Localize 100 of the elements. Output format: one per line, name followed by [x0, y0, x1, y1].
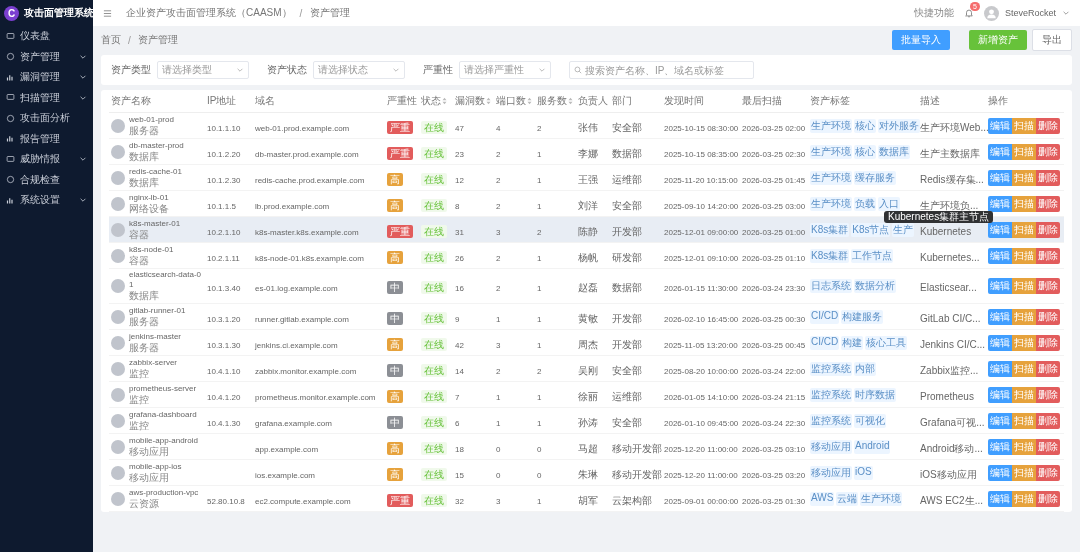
search-field[interactable]: 搜索资产名称、IP、域名或标签	[569, 61, 754, 79]
table-cell: 2	[496, 175, 501, 185]
menu-item-icon	[6, 195, 15, 205]
menu-icon[interactable]	[103, 8, 112, 18]
row-action-button[interactable]: 删除	[1036, 490, 1060, 507]
filter-select[interactable]: 请选择状态	[313, 61, 405, 79]
last-scan-time: 2026-03-24 21:15	[742, 392, 806, 402]
table-cell: 1	[537, 418, 542, 428]
sort-icon[interactable]	[568, 97, 573, 105]
row-action-button[interactable]: 删除	[1036, 278, 1060, 294]
row-action-button[interactable]: 扫描	[1012, 169, 1036, 186]
sidebar-item[interactable]: 系统设置	[0, 190, 93, 211]
row-action-button[interactable]: 删除	[1036, 360, 1060, 377]
sidebar-item[interactable]: 合规检查	[0, 169, 93, 190]
row-action-button[interactable]: 删除	[1036, 334, 1060, 351]
toolbar-button[interactable]: 导出	[1032, 29, 1072, 51]
filter-select[interactable]: 请选择类型	[157, 61, 249, 79]
column-header: IP地址	[207, 94, 237, 108]
row-action-button[interactable]: 删除	[1036, 412, 1060, 429]
row-action-button[interactable]: 编辑	[988, 308, 1012, 325]
row-action-button[interactable]: 删除	[1036, 221, 1060, 238]
asset-tag: CI/CD	[810, 335, 840, 350]
row-action-button[interactable]: 扫描	[1012, 464, 1036, 481]
row-action-button[interactable]: 编辑	[988, 412, 1012, 429]
row-action-button[interactable]: 编辑	[988, 360, 1012, 377]
row-action-button[interactable]: 删除	[1036, 117, 1060, 134]
breadcrumb-item[interactable]: 企业资产攻击面管理系统（CAASM）	[126, 6, 292, 20]
row-action-button[interactable]: 编辑	[988, 490, 1012, 507]
row-action-button[interactable]: 编辑	[988, 334, 1012, 351]
column-header: 发现时间	[664, 94, 704, 108]
sort-icon[interactable]	[442, 97, 447, 105]
row-action-button[interactable]: 扫描	[1012, 117, 1036, 134]
row-action-button[interactable]: 扫描	[1012, 308, 1036, 325]
row-action-button[interactable]: 扫描	[1012, 438, 1036, 455]
row-action-button[interactable]: 编辑	[988, 117, 1012, 134]
row-action-button[interactable]: 编辑	[988, 143, 1012, 160]
last-scan-time: 2026-03-24 22:30	[742, 418, 806, 428]
table-cell: 1	[537, 284, 542, 293]
row-action-button[interactable]: 删除	[1036, 464, 1060, 481]
asset-avatar	[111, 309, 125, 324]
sidebar-item[interactable]: 扫描管理	[0, 87, 93, 108]
toolbar-button[interactable]: 新增资产	[969, 30, 1027, 50]
notification-bell-icon[interactable]	[963, 8, 974, 18]
row-action-button[interactable]: 编辑	[988, 386, 1012, 403]
row-action-button[interactable]: 扫描	[1012, 278, 1036, 294]
row-action-button[interactable]: 扫描	[1012, 143, 1036, 160]
row-action-button[interactable]: 扫描	[1012, 221, 1036, 238]
user-avatar-icon[interactable]	[983, 5, 999, 21]
sidebar-item[interactable]: 攻击面分析	[0, 108, 93, 129]
asset-name: k8s-node-01	[129, 244, 174, 255]
row-action-button[interactable]: 扫描	[1012, 334, 1036, 351]
sidebar-item[interactable]: 资产管理	[0, 46, 93, 67]
row-action-button[interactable]: 删除	[1036, 169, 1060, 186]
row-action-button[interactable]: 编辑	[988, 247, 1012, 264]
row-action-button[interactable]: 扫描	[1012, 195, 1036, 212]
menu-item-icon	[6, 175, 15, 185]
row-action-button[interactable]: 删除	[1036, 247, 1060, 264]
discovered-time: 2026-02-10 16:45:00	[664, 314, 739, 324]
user-name[interactable]: SteveRocket	[1004, 8, 1056, 18]
row-action-button[interactable]: 扫描	[1012, 360, 1036, 377]
row-action-button[interactable]: 删除	[1036, 386, 1060, 403]
sort-icon[interactable]	[527, 97, 532, 105]
asset-tag: 日志系统	[810, 279, 852, 293]
row-action-button[interactable]: 删除	[1036, 195, 1060, 212]
status-tag: 在线	[421, 311, 447, 325]
ip-address: 52.80.10.8	[207, 496, 245, 506]
quick-action-link[interactable]: 快捷功能	[913, 6, 954, 20]
row-action-button[interactable]: 编辑	[988, 195, 1012, 212]
row-action-button[interactable]: 编辑	[988, 438, 1012, 455]
status-tag: 在线	[421, 493, 447, 507]
department-text: 移动开发部	[612, 442, 662, 454]
sidebar-item[interactable]: 报告管理	[0, 128, 93, 149]
breadcrumb-item[interactable]: 首页	[101, 33, 121, 47]
filter-select[interactable]: 请选择严重性	[459, 61, 551, 79]
sort-icon[interactable]	[486, 97, 491, 105]
column-header: 资产标签	[810, 94, 850, 108]
owner-name: 徐丽	[578, 390, 598, 402]
breadcrumb-item[interactable]: 资产管理	[137, 33, 178, 47]
row-action-button[interactable]: 扫描	[1012, 386, 1036, 403]
row-action-button[interactable]: 删除	[1036, 438, 1060, 455]
row-action-button[interactable]: 扫描	[1012, 412, 1036, 429]
sidebar-item[interactable]: 仪表盘	[0, 26, 93, 47]
asset-tag: 缓存服务	[854, 170, 896, 185]
row-action-button[interactable]: 扫描	[1012, 490, 1036, 507]
row-action-button[interactable]: 编辑	[988, 169, 1012, 186]
row-action-button[interactable]: 扫描	[1012, 247, 1036, 264]
discovered-time: 2025-08-20 10:00:00	[664, 366, 739, 376]
table-cell: 2	[537, 123, 542, 133]
row-action-button[interactable]: 删除	[1036, 143, 1060, 160]
sidebar-item[interactable]: 威胁情报	[0, 149, 93, 170]
asset-type: 容器	[129, 254, 150, 267]
sidebar-item[interactable]: 漏洞管理	[0, 67, 93, 88]
row-action-button[interactable]: 编辑	[988, 221, 1012, 238]
table-cell: 2	[537, 227, 542, 237]
breadcrumb-item[interactable]: 资产管理	[310, 6, 351, 20]
row-action-button[interactable]: 编辑	[988, 278, 1012, 294]
last-scan-time: 2026-03-24 23:30	[742, 284, 806, 293]
row-action-button[interactable]: 删除	[1036, 308, 1060, 325]
toolbar-button[interactable]: 批量导入	[892, 30, 950, 50]
row-action-button[interactable]: 编辑	[988, 464, 1012, 481]
